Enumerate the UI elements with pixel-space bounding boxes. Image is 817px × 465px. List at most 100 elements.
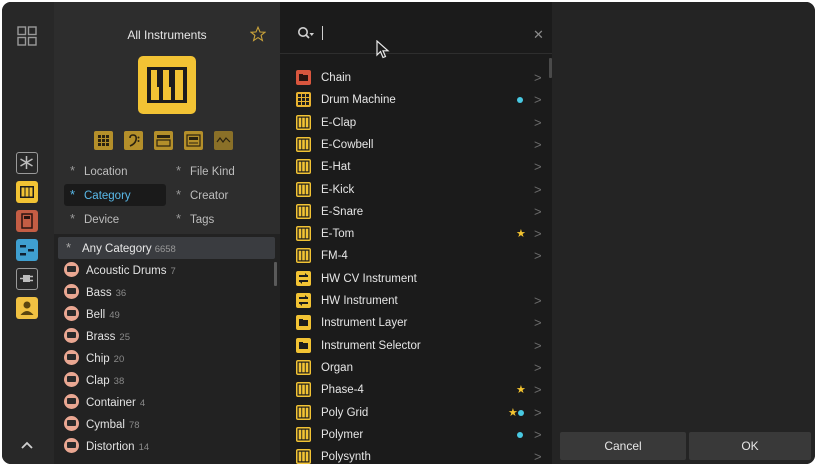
chevron-right-icon[interactable]: > [534, 67, 542, 89]
facet-file-kind[interactable]: * File Kind [170, 160, 274, 182]
facet-device[interactable]: * Device [64, 208, 164, 230]
facet-category[interactable]: * Category [64, 184, 166, 206]
any-category-item[interactable]: * Any Category 6658 [58, 237, 275, 259]
result-label: Instrument Selector [321, 339, 421, 352]
piano-icon [296, 382, 311, 398]
result-item[interactable]: Drum Machine > [280, 89, 552, 111]
result-item[interactable]: E-Hat > [280, 156, 552, 178]
note-effects-button[interactable] [16, 239, 38, 261]
result-item[interactable]: FM-4 > [280, 245, 552, 267]
facet-label: File Kind [190, 166, 235, 178]
instruments-button[interactable] [16, 181, 38, 203]
plugins-button[interactable] [16, 268, 38, 290]
bass-clef-icon[interactable] [124, 131, 143, 150]
filter-panel: All Instruments * Location * File Kind *… [54, 2, 280, 464]
asterisk-icon [20, 156, 33, 169]
filter-header: All Instruments * Location * File Kind *… [54, 2, 280, 234]
chevron-right-icon[interactable]: > [534, 402, 542, 424]
facet-tags[interactable]: * Tags [170, 208, 274, 230]
note-fx-icon [20, 245, 34, 256]
asterisk-icon: * [70, 211, 76, 226]
result-item[interactable]: E-Cowbell > [280, 134, 552, 156]
chevron-right-icon[interactable]: > [534, 424, 542, 446]
result-label: Polysynth [321, 451, 371, 464]
category-item[interactable]: Bass 36 [64, 283, 126, 303]
result-item[interactable]: E-Snare > [280, 201, 552, 223]
user-library-button[interactable] [16, 297, 38, 319]
favorite-star-icon[interactable] [249, 25, 267, 42]
result-item[interactable]: Poly Grid ★ > [280, 402, 552, 424]
piano-icon [296, 136, 311, 152]
result-item[interactable]: Chain > [280, 67, 552, 89]
amp-icon [21, 213, 33, 229]
asterisk-icon: * [176, 187, 182, 202]
favorite-star-icon: ★ [508, 406, 518, 419]
result-item[interactable]: Instrument Selector > [280, 335, 552, 357]
chevron-right-icon[interactable]: > [534, 179, 542, 201]
chevron-right-icon[interactable]: > [534, 156, 542, 178]
asterisk-icon: * [176, 211, 182, 226]
chevron-right-icon[interactable]: > [534, 223, 542, 245]
facet-location[interactable]: * Location [64, 160, 164, 182]
category-item[interactable]: Container 4 [64, 393, 145, 413]
online-dot-icon [518, 409, 524, 416]
result-item[interactable]: HW Instrument > [280, 290, 552, 312]
chevron-right-icon[interactable]: > [534, 201, 542, 223]
result-item[interactable]: Instrument Layer > [280, 312, 552, 334]
category-item[interactable]: Bell 49 [64, 305, 120, 325]
category-scrollbar[interactable] [274, 262, 277, 286]
ok-button[interactable]: OK [689, 432, 811, 460]
piano-icon [296, 114, 311, 130]
folder-icon [64, 328, 79, 343]
chain-icon [296, 70, 311, 85]
synth-icon[interactable] [184, 131, 203, 150]
drum-grid-icon[interactable] [94, 131, 113, 150]
chevron-right-icon[interactable]: > [534, 357, 542, 379]
grid-view-icon[interactable] [16, 25, 38, 47]
result-item[interactable]: E-Clap > [280, 112, 552, 134]
result-item[interactable]: Polysynth > [280, 446, 552, 464]
facet-label: Creator [190, 190, 229, 202]
category-item[interactable]: Cymbal 78 [64, 415, 140, 435]
collapse-up-icon[interactable] [16, 434, 38, 456]
result-item[interactable]: Organ > [280, 357, 552, 379]
facet-label: Tags [190, 214, 215, 226]
browser-dialog: All Instruments * Location * File Kind *… [2, 2, 815, 464]
plug-icon [20, 275, 33, 282]
audio-effects-button[interactable] [16, 210, 38, 232]
category-label: Brass [86, 331, 116, 343]
result-item[interactable]: Polymer > [280, 424, 552, 446]
chevron-right-icon[interactable]: > [534, 446, 542, 464]
result-item[interactable]: E-Kick > [280, 179, 552, 201]
chevron-right-icon[interactable]: > [534, 290, 542, 312]
result-item[interactable]: Phase-4 ★ > [280, 379, 552, 401]
facet-creator[interactable]: * Creator [170, 184, 274, 206]
result-label: Chain [321, 72, 352, 84]
chevron-right-icon[interactable]: > [534, 112, 542, 134]
cancel-button[interactable]: Cancel [560, 432, 686, 460]
category-item[interactable]: Brass 25 [64, 327, 130, 347]
chevron-right-icon[interactable]: > [534, 335, 542, 357]
result-label: Drum Machine [321, 94, 396, 107]
asterisk-icon: * [176, 163, 182, 178]
category-item[interactable]: Chip 20 [64, 349, 124, 369]
category-item[interactable]: Acoustic Drums 7 [64, 261, 176, 281]
search-icon[interactable] [297, 26, 315, 42]
category-item[interactable]: Distortion 14 [64, 437, 149, 457]
category-item[interactable]: Clap 38 [64, 371, 124, 391]
chevron-right-icon[interactable]: > [534, 312, 542, 334]
result-label: Polymer [321, 428, 364, 441]
search-input[interactable] [320, 24, 470, 42]
result-item[interactable]: E-Tom ★ > [280, 223, 552, 245]
keyboard-icon[interactable] [154, 131, 173, 150]
chevron-right-icon[interactable]: > [534, 245, 542, 267]
all-devices-button[interactable] [16, 152, 38, 174]
folder-icon [64, 394, 79, 409]
waveform-icon[interactable] [214, 131, 233, 150]
result-label: HW Instrument [321, 295, 398, 307]
clear-search-icon[interactable]: ✕ [533, 27, 544, 43]
result-item[interactable]: HW CV Instrument [280, 268, 552, 290]
chevron-right-icon[interactable]: > [534, 89, 542, 111]
chevron-right-icon[interactable]: > [534, 134, 542, 156]
chevron-right-icon[interactable]: > [534, 379, 542, 401]
